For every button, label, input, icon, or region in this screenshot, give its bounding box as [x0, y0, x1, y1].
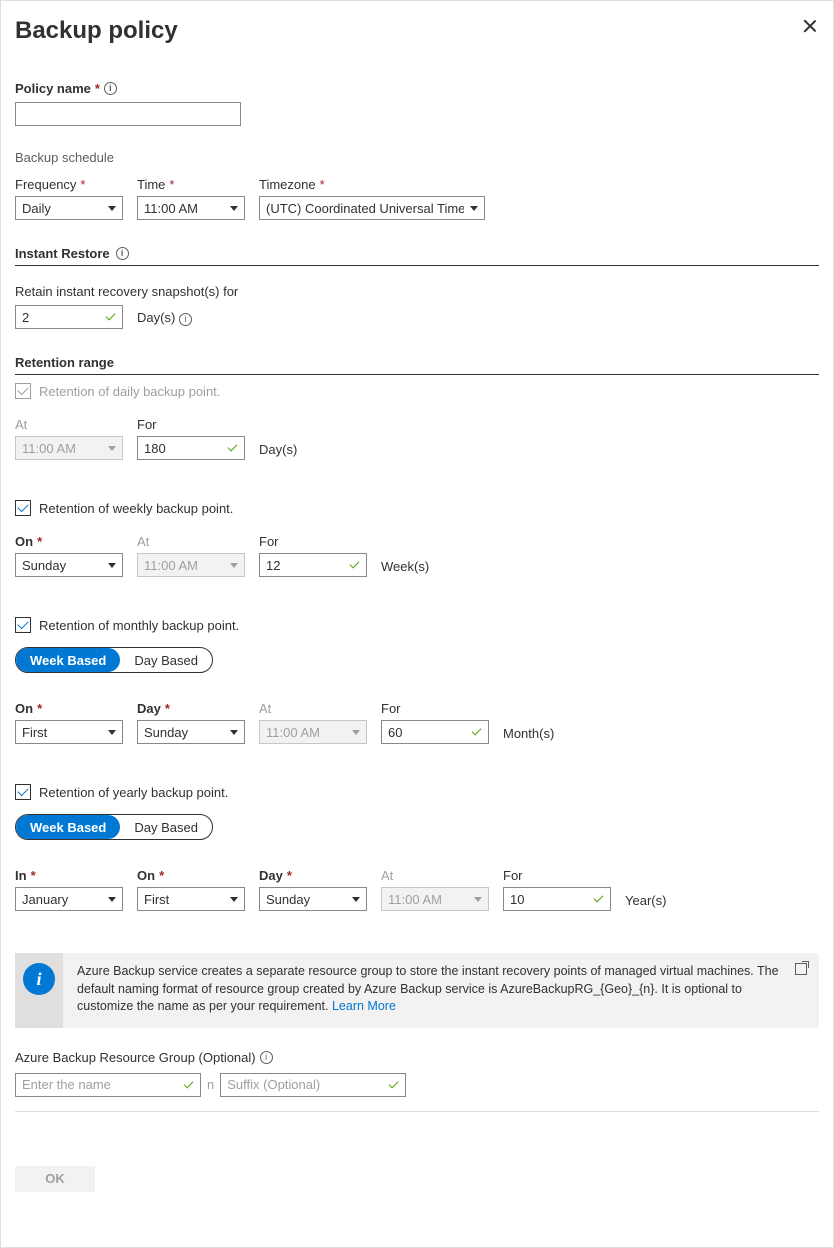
daily-for-input[interactable]: 180: [137, 436, 245, 460]
info-icon[interactable]: i: [179, 313, 192, 326]
weekly-on-label: On *: [15, 534, 123, 549]
page-title: Backup policy: [15, 17, 819, 45]
chevron-down-icon: [230, 563, 238, 568]
check-icon: [106, 312, 116, 322]
monthly-unit: Month(s): [503, 726, 554, 744]
weekly-on-select[interactable]: Sunday: [15, 553, 123, 577]
daily-at-label: At: [15, 417, 123, 432]
divider: [15, 1111, 819, 1112]
daily-retention-label: Retention of daily backup point.: [39, 384, 220, 399]
yearly-for-label: For: [503, 868, 611, 883]
backup-policy-panel: Backup policy Policy name* i Backup sche…: [0, 0, 834, 1248]
policy-name-input[interactable]: [15, 102, 241, 126]
timezone-label: Timezone *: [259, 177, 485, 192]
frequency-label: Frequency *: [15, 177, 123, 192]
resource-group-separator: n: [207, 1077, 214, 1092]
chevron-down-icon: [108, 446, 116, 451]
weekly-at-select: 11:00 AM: [137, 553, 245, 577]
external-link-icon[interactable]: [795, 963, 807, 975]
learn-more-link[interactable]: Learn More: [332, 999, 396, 1013]
daily-at-select: 11:00 AM: [15, 436, 123, 460]
monthly-for-label: For: [381, 701, 489, 716]
yearly-at-select: 11:00 AM: [381, 887, 489, 911]
weekly-unit: Week(s): [381, 559, 429, 577]
info-banner: i Azure Backup service creates a separat…: [15, 953, 819, 1028]
weekly-retention-checkbox[interactable]: [15, 500, 31, 516]
daily-unit: Day(s): [259, 442, 297, 460]
check-icon: [594, 894, 604, 904]
chevron-down-icon: [108, 730, 116, 735]
monthly-week-based[interactable]: Week Based: [16, 648, 120, 672]
time-label: Time *: [137, 177, 245, 192]
chevron-down-icon: [470, 206, 478, 211]
monthly-day-select[interactable]: Sunday: [137, 720, 245, 744]
info-icon: i: [23, 963, 55, 995]
info-stripe: i: [15, 953, 63, 1028]
check-icon: [472, 727, 482, 737]
monthly-at-label: At: [259, 701, 367, 716]
chevron-down-icon: [230, 206, 238, 211]
resource-group-name-input[interactable]: Enter the name: [15, 1073, 201, 1097]
resource-group-label: Azure Backup Resource Group (Optional) i: [15, 1050, 273, 1065]
check-icon: [389, 1080, 399, 1090]
yearly-on-label: On *: [137, 868, 245, 883]
yearly-at-label: At: [381, 868, 489, 883]
yearly-retention-checkbox[interactable]: [15, 784, 31, 800]
yearly-in-label: In *: [15, 868, 123, 883]
instant-restore-retain-label: Retain instant recovery snapshot(s) for: [15, 284, 238, 299]
yearly-day-based[interactable]: Day Based: [120, 815, 212, 839]
yearly-day-label: Day *: [259, 868, 367, 883]
monthly-retention-checkbox[interactable]: [15, 617, 31, 633]
daily-for-label: For: [137, 417, 245, 432]
info-icon[interactable]: i: [116, 247, 129, 260]
yearly-in-select[interactable]: January: [15, 887, 123, 911]
chevron-down-icon: [352, 730, 360, 735]
monthly-on-label: On *: [15, 701, 123, 716]
backup-schedule-heading: Backup schedule: [15, 150, 819, 165]
chevron-down-icon: [230, 730, 238, 735]
weekly-at-label: At: [137, 534, 245, 549]
check-icon: [184, 1080, 194, 1090]
monthly-retention-label: Retention of monthly backup point.: [39, 618, 239, 633]
timezone-select[interactable]: (UTC) Coordinated Universal Time: [259, 196, 485, 220]
yearly-unit: Year(s): [625, 893, 666, 911]
instant-restore-heading: Instant Restore i: [15, 246, 819, 266]
frequency-select[interactable]: Daily: [15, 196, 123, 220]
chevron-down-icon: [230, 897, 238, 902]
chevron-down-icon: [108, 897, 116, 902]
check-icon: [228, 443, 238, 453]
ok-button[interactable]: OK: [15, 1166, 95, 1192]
chevron-down-icon: [108, 563, 116, 568]
chevron-down-icon: [352, 897, 360, 902]
monthly-at-select: 11:00 AM: [259, 720, 367, 744]
time-select[interactable]: 11:00 AM: [137, 196, 245, 220]
yearly-on-select[interactable]: First: [137, 887, 245, 911]
yearly-basis-toggle[interactable]: Week Based Day Based: [15, 814, 213, 840]
monthly-day-label: Day *: [137, 701, 245, 716]
retention-range-heading: Retention range: [15, 355, 819, 375]
instant-restore-days-input[interactable]: 2: [15, 305, 123, 329]
close-icon[interactable]: [803, 19, 817, 33]
weekly-for-input[interactable]: 12: [259, 553, 367, 577]
yearly-retention-label: Retention of yearly backup point.: [39, 785, 228, 800]
chevron-down-icon: [108, 206, 116, 211]
check-icon: [350, 560, 360, 570]
info-icon[interactable]: i: [104, 82, 117, 95]
info-text: Azure Backup service creates a separate …: [63, 953, 819, 1028]
monthly-basis-toggle[interactable]: Week Based Day Based: [15, 647, 213, 673]
monthly-day-based[interactable]: Day Based: [120, 648, 212, 672]
yearly-week-based[interactable]: Week Based: [16, 815, 120, 839]
weekly-retention-label: Retention of weekly backup point.: [39, 501, 233, 516]
instant-restore-days-unit: Day(s) i: [137, 310, 192, 329]
yearly-day-select[interactable]: Sunday: [259, 887, 367, 911]
daily-retention-checkbox: [15, 383, 31, 399]
yearly-for-input[interactable]: 10: [503, 887, 611, 911]
policy-name-label: Policy name* i: [15, 81, 117, 96]
resource-group-suffix-input[interactable]: Suffix (Optional): [220, 1073, 406, 1097]
monthly-for-input[interactable]: 60: [381, 720, 489, 744]
monthly-on-select[interactable]: First: [15, 720, 123, 744]
info-icon[interactable]: i: [260, 1051, 273, 1064]
weekly-for-label: For: [259, 534, 367, 549]
chevron-down-icon: [474, 897, 482, 902]
